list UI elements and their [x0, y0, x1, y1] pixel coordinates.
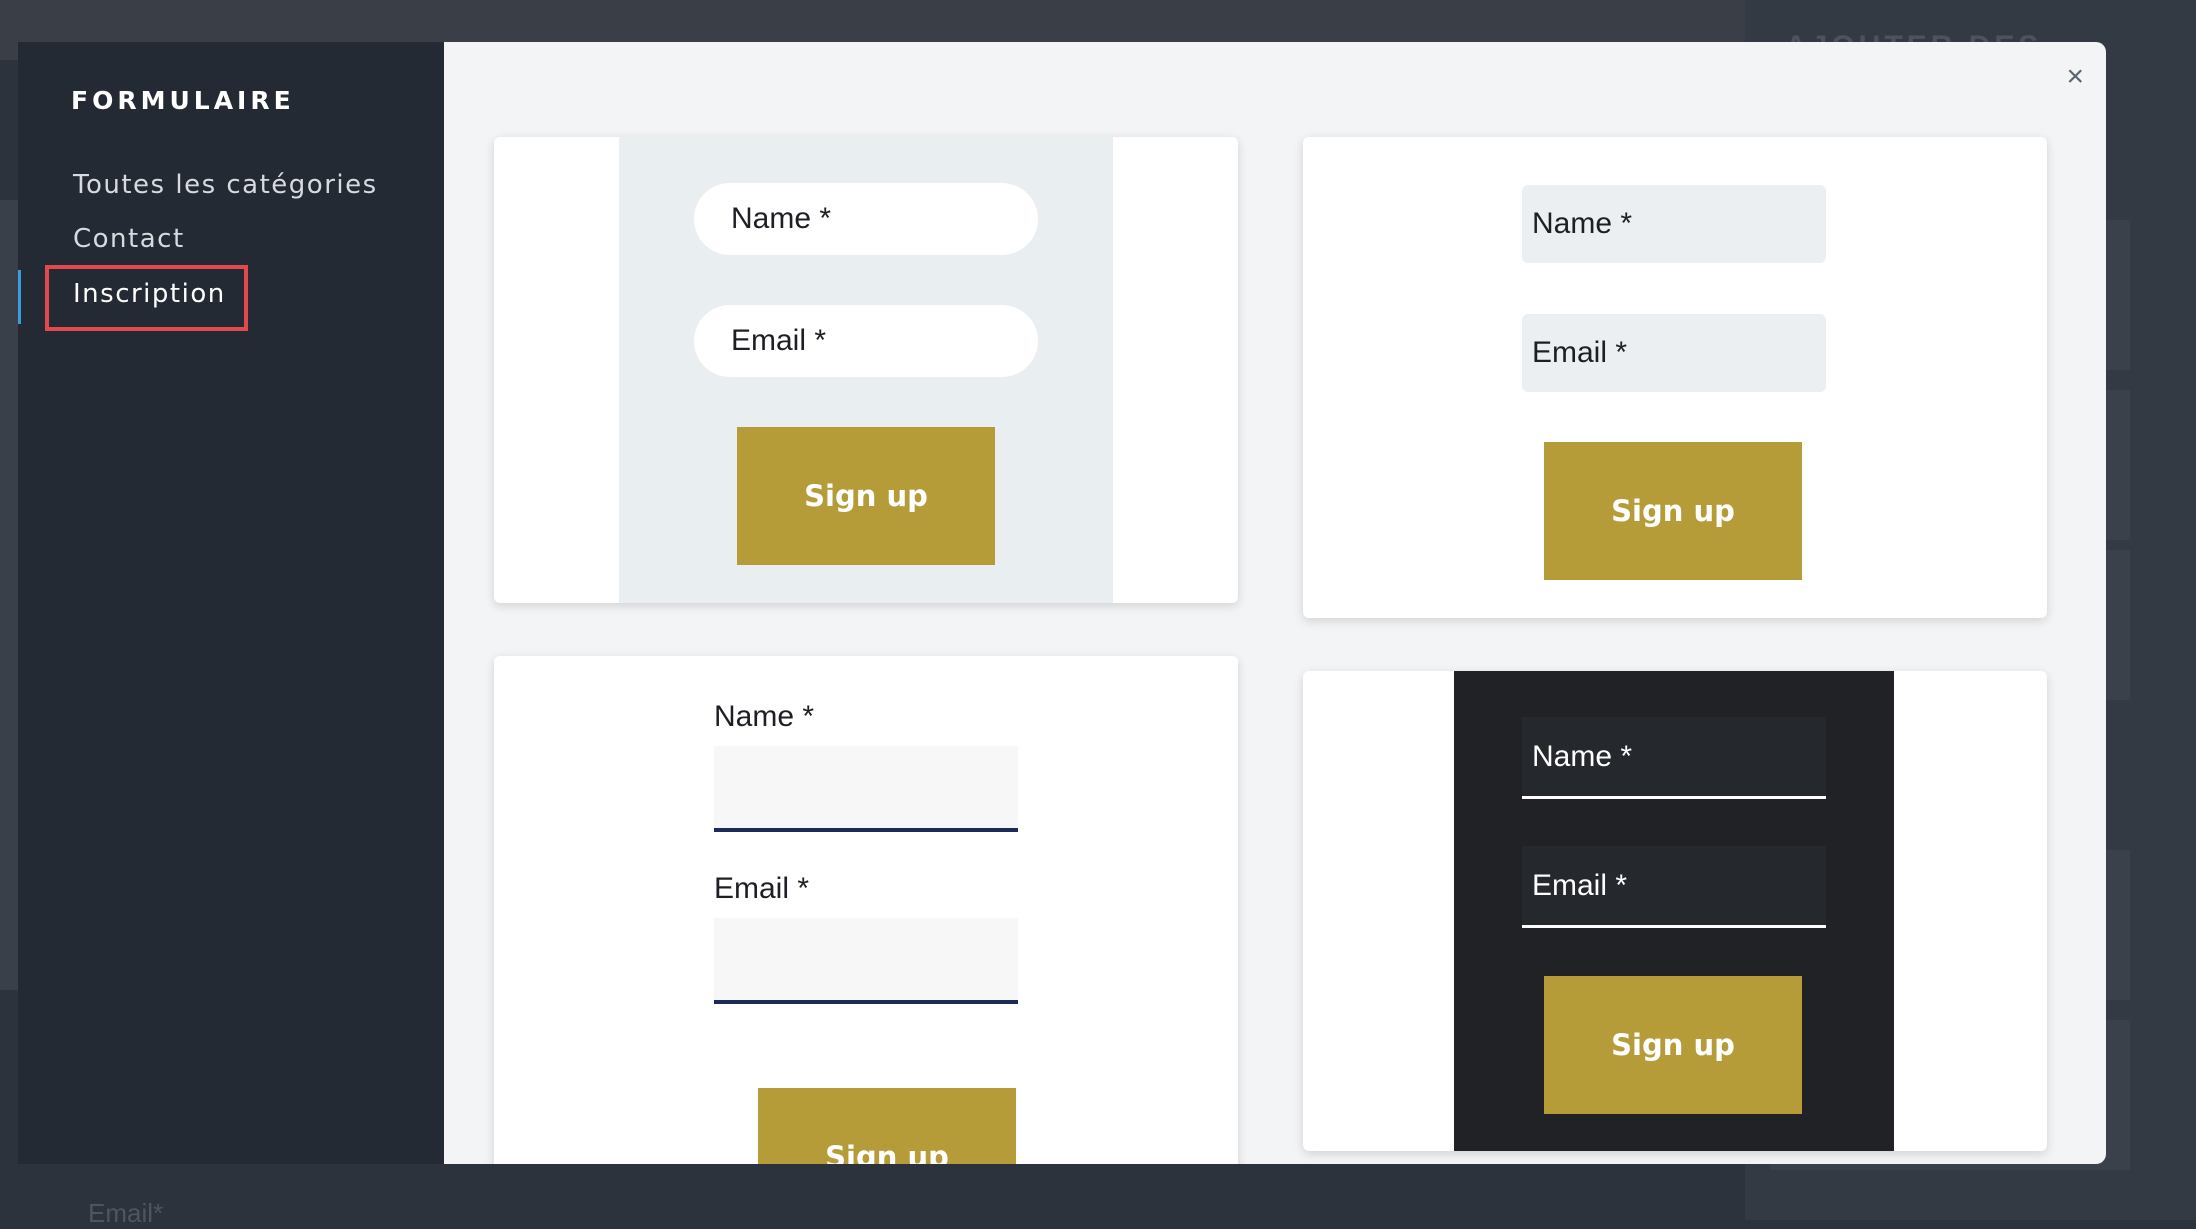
category-contact[interactable]: Contact	[73, 224, 185, 254]
close-icon[interactable]: ×	[2066, 60, 2084, 94]
sidebar-title: FORMULAIRE	[71, 86, 295, 115]
selection-highlight	[45, 265, 248, 331]
form-background: Name * Email * Sign up	[619, 137, 1113, 603]
signup-button: Sign up	[1544, 976, 1802, 1114]
name-field: Name *	[1522, 717, 1826, 799]
signup-button: Sign up	[758, 1088, 1016, 1164]
background-left-panel	[0, 200, 18, 990]
category-sidebar: FORMULAIRE Toutes les catégories Contact…	[18, 42, 444, 1164]
category-all[interactable]: Toutes les catégories	[73, 170, 378, 200]
form-background: Name * Email * Sign up	[1454, 671, 1894, 1151]
template-card-1[interactable]: Name * Email * Sign up	[494, 137, 1238, 603]
name-field	[714, 746, 1018, 832]
signup-button: Sign up	[1544, 442, 1802, 580]
template-card-3[interactable]: Name * Email * Sign up	[494, 656, 1238, 1164]
template-card-2[interactable]: Name * Email * Sign up	[1303, 137, 2047, 618]
email-field: Email *	[1522, 846, 1826, 928]
name-label: Name *	[714, 700, 815, 733]
email-field	[714, 918, 1018, 1004]
active-indicator	[18, 270, 21, 324]
template-gallery-modal: × Name * Email * Sign up Name * Email * …	[444, 42, 2106, 1164]
template-card-4[interactable]: Name * Email * Sign up	[1303, 671, 2047, 1151]
email-label: Email *	[714, 872, 810, 905]
signup-button: Sign up	[737, 427, 995, 565]
email-field: Email *	[1522, 314, 1826, 392]
background-label: Email*	[88, 1198, 164, 1228]
name-field: Name *	[1522, 185, 1826, 263]
email-field: Email *	[694, 305, 1038, 377]
name-field: Name *	[694, 183, 1038, 255]
